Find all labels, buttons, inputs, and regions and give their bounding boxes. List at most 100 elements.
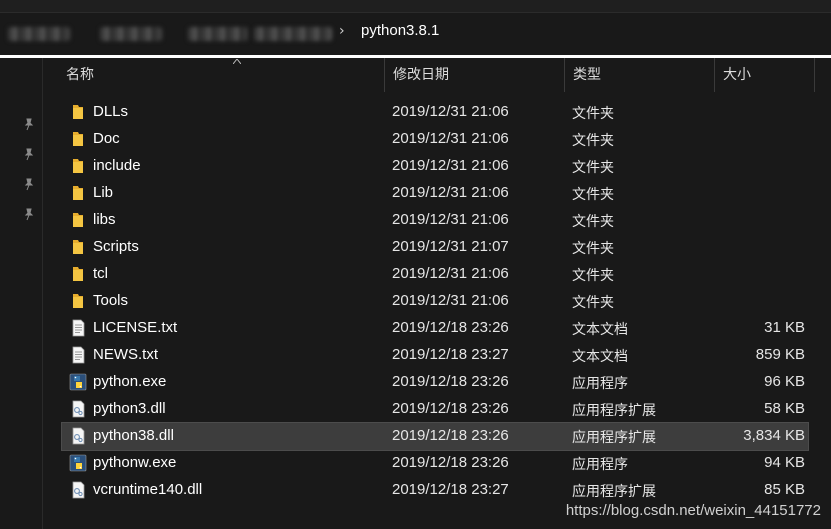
file-type: 文件夹 xyxy=(572,187,614,203)
file-name: vcruntime140.dll xyxy=(93,481,203,498)
navigation-pane xyxy=(0,58,43,529)
window-top-strip xyxy=(0,0,831,13)
file-type: 文件夹 xyxy=(572,241,614,257)
column-header-type-label: 类型 xyxy=(573,67,601,83)
file-type: 文本文档 xyxy=(572,322,628,338)
file-type: 文本文档 xyxy=(572,349,628,365)
file-modified-date: 2019/12/18 23:27 xyxy=(392,346,509,363)
file-type: 应用程序 xyxy=(572,376,628,392)
watermark-text: https://blog.csdn.net/weixin_44151772 xyxy=(565,502,821,519)
column-header-modified-label: 修改日期 xyxy=(393,67,449,83)
file-row[interactable]: tcl 2019/12/31 21:06 文件夹 xyxy=(62,261,808,288)
column-header-modified[interactable]: 修改日期 xyxy=(385,58,565,92)
pin-icon[interactable] xyxy=(22,117,36,131)
file-modified-date: 2019/12/31 21:06 xyxy=(392,265,509,282)
file-row[interactable]: pythonw.exe 2019/12/18 23:26 应用程序 94 KB xyxy=(62,450,808,477)
file-row[interactable]: python38.dll 2019/12/18 23:26 应用程序扩展 3,834 … xyxy=(61,422,809,451)
pin-icon[interactable] xyxy=(22,177,36,191)
file-name: pythonw.exe xyxy=(93,454,177,471)
pin-icon[interactable] xyxy=(22,147,36,161)
breadcrumb-chevron-icon: › xyxy=(339,23,345,39)
blurred-path-segment xyxy=(188,27,248,41)
file-row[interactable]: NEWS.txt 2019/12/18 23:27 文本文档 859 KB xyxy=(62,342,808,369)
folder-icon xyxy=(69,130,87,148)
column-header-name[interactable]: 名称 xyxy=(58,58,385,92)
blurred-path-segment xyxy=(100,27,162,41)
file-modified-date: 2019/12/18 23:26 xyxy=(392,427,509,444)
file-row[interactable]: Lib 2019/12/31 21:06 文件夹 xyxy=(62,180,808,207)
file-name: NEWS.txt xyxy=(93,346,159,363)
file-row[interactable]: Scripts 2019/12/31 21:07 文件夹 xyxy=(62,234,808,261)
folder-icon xyxy=(69,265,87,283)
file-modified-date: 2019/12/31 21:07 xyxy=(392,238,509,255)
file-name: python38.dll xyxy=(93,427,174,444)
file-type: 应用程序扩展 xyxy=(572,403,656,419)
column-header-type[interactable]: 类型 xyxy=(565,58,715,92)
file-name: Doc xyxy=(93,130,120,147)
file-size: 85 KB xyxy=(764,481,805,498)
folder-icon xyxy=(69,157,87,175)
file-size: 31 KB xyxy=(764,319,805,336)
file-modified-date: 2019/12/31 21:06 xyxy=(392,157,509,174)
file-size: 94 KB xyxy=(764,454,805,471)
file-modified-date: 2019/12/31 21:06 xyxy=(392,184,509,201)
dll-file-icon xyxy=(69,427,87,445)
file-row[interactable]: vcruntime140.dll 2019/12/18 23:27 应用程序扩展 85… xyxy=(62,477,808,504)
blurred-path-segment xyxy=(8,27,70,41)
file-type: 文件夹 xyxy=(572,133,614,149)
file-modified-date: 2019/12/31 21:06 xyxy=(392,103,509,120)
file-type: 文件夹 xyxy=(572,160,614,176)
file-row[interactable]: python3.dll 2019/12/18 23:26 应用程序扩展 58 KB xyxy=(62,396,808,423)
sort-ascending-icon xyxy=(233,59,241,64)
dll-file-icon xyxy=(69,481,87,499)
file-modified-date: 2019/12/18 23:26 xyxy=(392,400,509,417)
file-modified-date: 2019/12/31 21:06 xyxy=(392,211,509,228)
file-name: Lib xyxy=(93,184,114,201)
file-modified-date: 2019/12/31 21:06 xyxy=(392,292,509,309)
file-name: python.exe xyxy=(93,373,167,390)
column-header: 名称 修改日期 类型 大小 xyxy=(43,58,831,92)
breadcrumb-current-folder[interactable]: python3.8.1 xyxy=(361,22,439,39)
file-size: 3,834 KB xyxy=(743,427,805,444)
file-name: Scripts xyxy=(93,238,139,255)
file-size: 58 KB xyxy=(764,400,805,417)
pin-icon[interactable] xyxy=(22,207,36,221)
file-type: 应用程序扩展 xyxy=(572,430,656,446)
column-header-size[interactable]: 大小 xyxy=(715,58,815,92)
file-row[interactable]: include 2019/12/31 21:06 文件夹 xyxy=(62,153,808,180)
file-row[interactable]: libs 2019/12/31 21:06 文件夹 xyxy=(62,207,808,234)
file-row[interactable]: LICENSE.txt 2019/12/18 23:26 文本文档 31 KB xyxy=(62,315,808,342)
file-type: 文件夹 xyxy=(572,268,614,284)
file-name: libs xyxy=(93,211,116,228)
folder-icon xyxy=(69,292,87,310)
file-name: LICENSE.txt xyxy=(93,319,178,336)
file-row[interactable]: Doc 2019/12/31 21:06 文件夹 xyxy=(62,126,808,153)
dll-file-icon xyxy=(69,400,87,418)
file-modified-date: 2019/12/18 23:26 xyxy=(392,454,509,471)
file-row[interactable]: python.exe 2019/12/18 23:26 应用程序 96 KB xyxy=(62,369,808,396)
file-name: DLLs xyxy=(93,103,129,120)
file-modified-date: 2019/12/18 23:26 xyxy=(392,319,509,336)
folder-icon xyxy=(69,238,87,256)
file-size: 96 KB xyxy=(764,373,805,390)
folder-icon xyxy=(69,184,87,202)
blurred-path-segment xyxy=(254,27,332,41)
file-type: 文件夹 xyxy=(572,106,614,122)
file-modified-date: 2019/12/18 23:27 xyxy=(392,481,509,498)
text-file-icon xyxy=(69,346,87,364)
file-name: python3.dll xyxy=(93,400,166,417)
address-bar[interactable]: › python3.8.1 xyxy=(0,13,831,53)
file-type: 文件夹 xyxy=(572,214,614,230)
file-type: 应用程序扩展 xyxy=(572,484,656,500)
python-exe-icon xyxy=(69,454,87,472)
file-modified-date: 2019/12/31 21:06 xyxy=(392,130,509,147)
text-file-icon xyxy=(69,319,87,337)
file-size: 859 KB xyxy=(755,346,805,363)
file-type: 文件夹 xyxy=(572,295,614,311)
file-type: 应用程序 xyxy=(572,457,628,473)
python-exe-icon xyxy=(69,373,87,391)
column-header-size-label: 大小 xyxy=(723,67,751,83)
file-row[interactable]: Tools 2019/12/31 21:06 文件夹 xyxy=(62,288,808,315)
file-name: Tools xyxy=(93,292,129,309)
file-row[interactable]: DLLs 2019/12/31 21:06 文件夹 xyxy=(62,99,808,126)
